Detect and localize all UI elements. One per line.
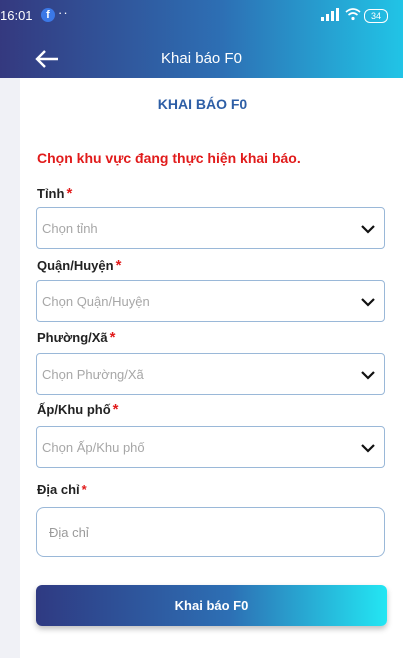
ward-label: Phường/Xã * <box>37 329 116 346</box>
hamlet-label-text: Ấp/Khu phố <box>37 402 111 417</box>
notification-dots: ·· <box>58 5 69 20</box>
declaration-form: KHAI BÁO F0 Chọn khu vực đang thực hiện … <box>20 78 403 658</box>
submit-button[interactable]: Khai báo F0 <box>36 585 387 626</box>
address-label: Địa chỉ * <box>37 482 87 497</box>
form-instruction: Chọn khu vực đang thực hiện khai báo. <box>37 150 301 166</box>
province-label: Tỉnh * <box>37 185 72 202</box>
ward-placeholder: Chọn Phường/Xã <box>42 367 144 382</box>
required-mark: * <box>81 482 87 497</box>
page-title: Khai báo F0 <box>161 50 242 67</box>
required-mark: * <box>112 401 119 418</box>
address-placeholder: Địa chỉ <box>49 525 89 540</box>
hamlet-label: Ấp/Khu phố * <box>37 401 119 418</box>
facebook-notification-icon: f <box>41 8 55 22</box>
address-input[interactable]: Địa chỉ <box>36 507 385 557</box>
ward-label-text: Phường/Xã <box>37 330 108 345</box>
ward-select[interactable]: Chọn Phường/Xã <box>36 353 385 395</box>
province-label-text: Tỉnh <box>37 186 65 201</box>
required-mark: * <box>66 185 73 202</box>
form-heading: KHAI BÁO F0 <box>157 96 248 112</box>
required-mark: * <box>109 329 116 346</box>
wifi-icon <box>345 8 361 21</box>
required-mark: * <box>115 257 122 274</box>
chevron-down-icon <box>361 225 375 234</box>
chevron-down-icon <box>361 371 375 380</box>
province-select[interactable]: Chọn tỉnh <box>36 207 385 249</box>
hamlet-placeholder: Chọn Ấp/Khu phố <box>42 440 145 455</box>
app-header: 16:01 f ·· 34 Khai báo F0 <box>0 0 403 78</box>
chevron-down-icon <box>361 444 375 453</box>
district-label-text: Quận/Huyện <box>37 258 114 273</box>
signal-icon <box>321 8 339 21</box>
district-label: Quận/Huyện * <box>37 257 121 274</box>
battery-icon: 34 <box>364 9 388 23</box>
province-placeholder: Chọn tỉnh <box>42 221 98 236</box>
district-select[interactable]: Chọn Quận/Huyện <box>36 280 385 322</box>
hamlet-select[interactable]: Chọn Ấp/Khu phố <box>36 426 385 468</box>
status-time: 16:01 <box>0 8 33 23</box>
district-placeholder: Chọn Quận/Huyện <box>42 294 150 309</box>
status-bar: 16:01 f ·· 34 <box>0 0 403 34</box>
address-label-text: Địa chỉ <box>37 482 80 497</box>
chevron-down-icon <box>361 298 375 307</box>
